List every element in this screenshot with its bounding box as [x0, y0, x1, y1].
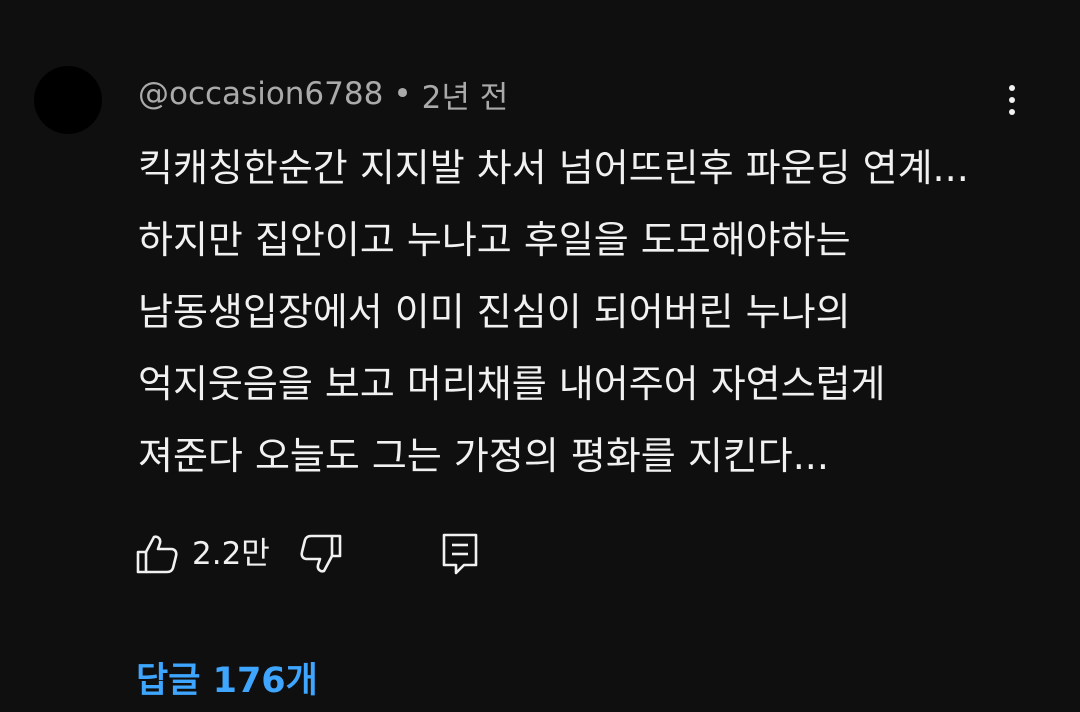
comment-body-line: 킥캐칭한순간 지지발 차서 넘어뜨린후 파운딩 연계... — [138, 146, 969, 190]
thumbs-up-icon — [134, 533, 180, 575]
more-vertical-icon-dot — [1009, 97, 1015, 103]
comment-body-line: 져준다 오늘도 그는 가정의 평화를 지킨다... — [138, 434, 829, 478]
comment-thread: @occasion6788 • 2년 전 킥캐칭한순간 지지발 차서 넘어뜨린후… — [0, 0, 1080, 712]
like-button[interactable] — [134, 530, 180, 578]
comment-body-line: 하지만 집안이고 누나고 후일을 도모해야하는 — [138, 218, 851, 262]
comment-body-line: 억지웃음을 보고 머리채를 내어주어 자연스럽게 — [138, 362, 886, 406]
avatar[interactable] — [34, 66, 102, 134]
comment-body: 킥캐칭한순간 지지발 차서 넘어뜨린후 파운딩 연계... 하지만 집안이고 누… — [138, 140, 1038, 500]
comment-reply-icon — [440, 532, 480, 576]
thumbs-down-icon — [298, 533, 344, 575]
header-separator: • — [393, 76, 412, 112]
reply-button[interactable] — [440, 530, 480, 578]
more-vertical-icon — [1009, 85, 1015, 91]
comment-timestamp[interactable]: 2년 전 — [422, 72, 509, 117]
comment-body-line: 남동생입장에서 이미 진심이 되어버린 누나의 — [138, 290, 851, 334]
dislike-button[interactable] — [298, 530, 344, 578]
like-count: 2.2만 — [192, 536, 270, 572]
view-replies-link[interactable]: 답글 176개 — [136, 654, 318, 708]
more-options-button[interactable] — [990, 80, 1034, 120]
author-name[interactable]: @occasion6788 — [138, 76, 383, 112]
comment-actions: 2.2만 — [134, 530, 534, 578]
comment-header: @occasion6788 • 2년 전 — [138, 72, 509, 117]
more-vertical-icon-dot — [1009, 109, 1015, 115]
